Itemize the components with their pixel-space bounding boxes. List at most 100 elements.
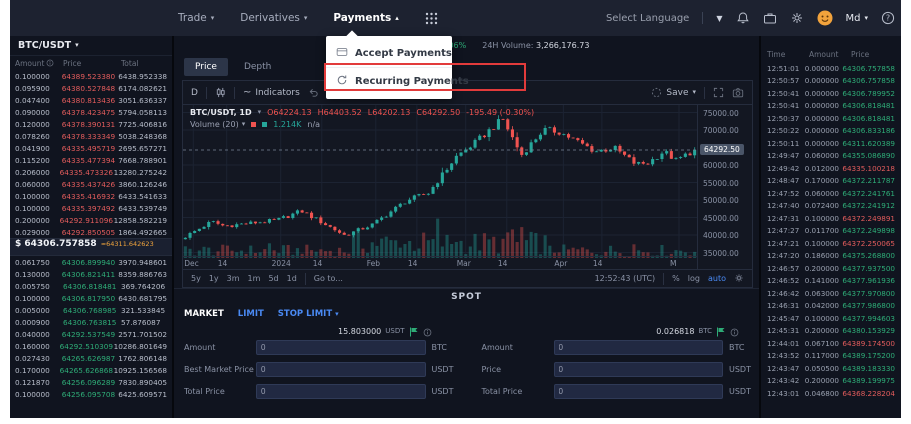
notifications-bell-icon[interactable] [736,11,750,25]
price-chart-canvas[interactable]: BTC/USDT, 1D ▾ O64224.13 H64403.52 L6420… [183,105,697,269]
settings-gear-icon[interactable] [790,11,804,25]
percent-scale-button[interactable]: % [672,274,680,283]
nav-trade[interactable]: Trade ▾ [178,12,214,24]
user-menu[interactable]: Md ▾ [846,13,869,24]
undo-icon[interactable] [308,87,319,98]
orderbook-row[interactable]: 0.06175064306.8999403970.948601 [10,256,172,268]
orderbook-row[interactable]: 0.04190064335.4957192695.657271 [10,142,172,154]
help-icon[interactable]: ? [881,11,895,25]
history-row: 12:47:270.01170064372.249898 [761,225,901,238]
range-1y[interactable]: 1y [209,274,219,283]
amount-cell: 0.047400 [15,96,62,105]
nav-payments[interactable]: Payments ▴ [333,12,398,24]
indicators-button[interactable]: ~ Indicators [243,87,300,98]
total-cell: 13280.275242 [114,168,167,177]
orderbook-row[interactable]: 0.20000064292.91109612858.582219 [10,214,172,226]
divider [206,87,207,99]
orderbook-row[interactable]: 0.09000064378.4234755794.058113 [10,106,172,118]
range-1d[interactable]: 1d [287,274,297,283]
menu-item-recurring-payments[interactable]: Recurring Payments [326,67,452,95]
orderbook-row[interactable]: 0.00500064306.768985321.533845 [10,304,172,316]
time-cell: 12:45:31 [767,326,805,335]
language-selector[interactable]: Select Language [606,13,689,24]
info-icon[interactable] [730,322,739,341]
screenshot-camera-icon[interactable] [732,87,744,99]
orderbook-row[interactable]: 0.00090064306.76381557.876087 [10,316,172,328]
apps-grid-icon[interactable] [425,12,438,25]
amount-cell: 0.050500 [805,364,843,373]
menu-item-accept-payments[interactable]: Accept Payments [326,40,452,67]
timeframe-button[interactable]: D [191,88,198,98]
goto-date-button[interactable]: Go to... [314,274,343,283]
range-1m[interactable]: 1m [248,274,261,283]
orderbook-row[interactable]: 0.20600064335.47332613280.275242 [10,166,172,178]
time-cell: 12:48:47 [767,176,805,185]
orderbook-row[interactable]: 0.10000064389.5233806438.952338 [10,70,172,82]
price-tick: 70000.00 [703,126,739,135]
buy-price-input[interactable] [256,362,426,377]
orderbook-row[interactable]: 0.02900064292.8505051864.492665 [10,226,172,238]
portfolio-briefcase-icon[interactable] [763,11,777,25]
legend-close: C64292.50 [416,108,460,117]
tab-depth[interactable]: Depth [236,58,279,76]
user-avatar-emoji[interactable] [817,10,833,26]
orderbook-row[interactable]: 0.11520064335.4773947668.788901 [10,154,172,166]
language-caret-icon[interactable]: ▼ [716,14,722,23]
orderbook-row[interactable]: 0.04740064380.8134363051.636337 [10,94,172,106]
top-navbar: Trade ▾ Derivatives ▾ Payments ▴ Select … [10,0,901,36]
total-cell: 3051.636337 [118,96,167,105]
buy-amount-input[interactable] [256,340,426,355]
chart-y-axis[interactable]: 64292.50 75000.0070000.0060000.0055000.0… [697,105,752,269]
usdt-balance-unit: USDT [385,327,404,335]
price-cell: 64372.249891 [842,214,895,223]
tab-limit[interactable]: LIMIT [238,309,264,319]
sell-price-input[interactable] [554,362,724,377]
tab-stop-limit[interactable]: STOP LIMIT ▾ [278,309,339,319]
chart-settings-gear-icon[interactable] [734,273,744,285]
amount-cell: 0.000000 [805,139,843,148]
orderbook-row[interactable]: 0.07826064378.3333495038.248368 [10,130,172,142]
save-layout-button[interactable]: Save ▾ [651,87,696,98]
fullscreen-icon[interactable] [713,87,724,98]
tab-price[interactable]: Price [184,58,228,76]
price-cell: 64372.241912 [842,201,895,210]
orderbook-row[interactable]: 0.00575064306.818481369.764206 [10,280,172,292]
orderbook-row[interactable]: 0.04000064292.5375492571.701502 [10,328,172,340]
orderbook-row[interactable]: 0.16000064292.51030910286.801649 [10,340,172,352]
orderbook-row[interactable]: 0.17000064265.62686810925.156568 [10,364,172,376]
orderbook-row[interactable]: 0.13000064306.8214118359.886763 [10,268,172,280]
sell-total-input[interactable] [554,384,724,399]
sell-amount-input[interactable] [554,340,724,355]
field-unit: USDT [723,365,749,374]
history-row: 12:47:210.10000064372.250065 [761,237,901,250]
range-5d[interactable]: 5d [268,274,278,283]
auto-scale-button[interactable]: auto [708,274,726,283]
price-cell: 64335.437426 [62,180,119,189]
amount-cell: 0.120000 [15,120,62,129]
range-3m[interactable]: 3m [227,274,240,283]
orderbook-row[interactable]: 0.10000064256.0957086425.609571 [10,388,172,400]
history-row: 12:43:010.04680064368.228204 [761,387,901,400]
nav-derivatives[interactable]: Derivatives ▾ [240,12,307,24]
orderbook-row[interactable]: 0.12000064378.3901317725.406816 [10,118,172,130]
buy-total-input[interactable] [256,384,426,399]
log-scale-button[interactable]: log [688,274,700,283]
chart-x-axis[interactable]: Dec14202414Feb14Mar14Apr14M [183,256,697,269]
candle-style-icon[interactable] [215,87,226,98]
orderbook-row[interactable]: 0.02743064265.6269871762.806148 [10,352,172,364]
orderbook-row[interactable]: 0.12187064256.0962897830.890405 [10,376,172,388]
orderbook-row[interactable]: 0.10000064335.4169326433.541633 [10,190,172,202]
time-cell: 12:51:01 [767,64,805,73]
orderbook-row[interactable]: 0.09590064380.5278486174.082621 [10,82,172,94]
orderbook-row[interactable]: 0.10000064335.3974926433.539749 [10,202,172,214]
orderbook-row[interactable]: 0.06000064335.4374263860.126246 [10,178,172,190]
range-5y[interactable]: 5y [191,274,201,283]
history-row: 12:46:310.04200064377.986800 [761,300,901,313]
chart-clock[interactable]: 12:52:43 (UTC) [595,274,656,283]
info-icon[interactable] [423,322,432,341]
volume-green-swatch [262,122,267,127]
volume-value: 1.214K [273,120,301,129]
orderbook-row[interactable]: 0.10000064306.8179506430.681795 [10,292,172,304]
pair-selector[interactable]: BTC/USDT ▾ [10,36,172,56]
tab-market[interactable]: MARKET [184,309,224,319]
